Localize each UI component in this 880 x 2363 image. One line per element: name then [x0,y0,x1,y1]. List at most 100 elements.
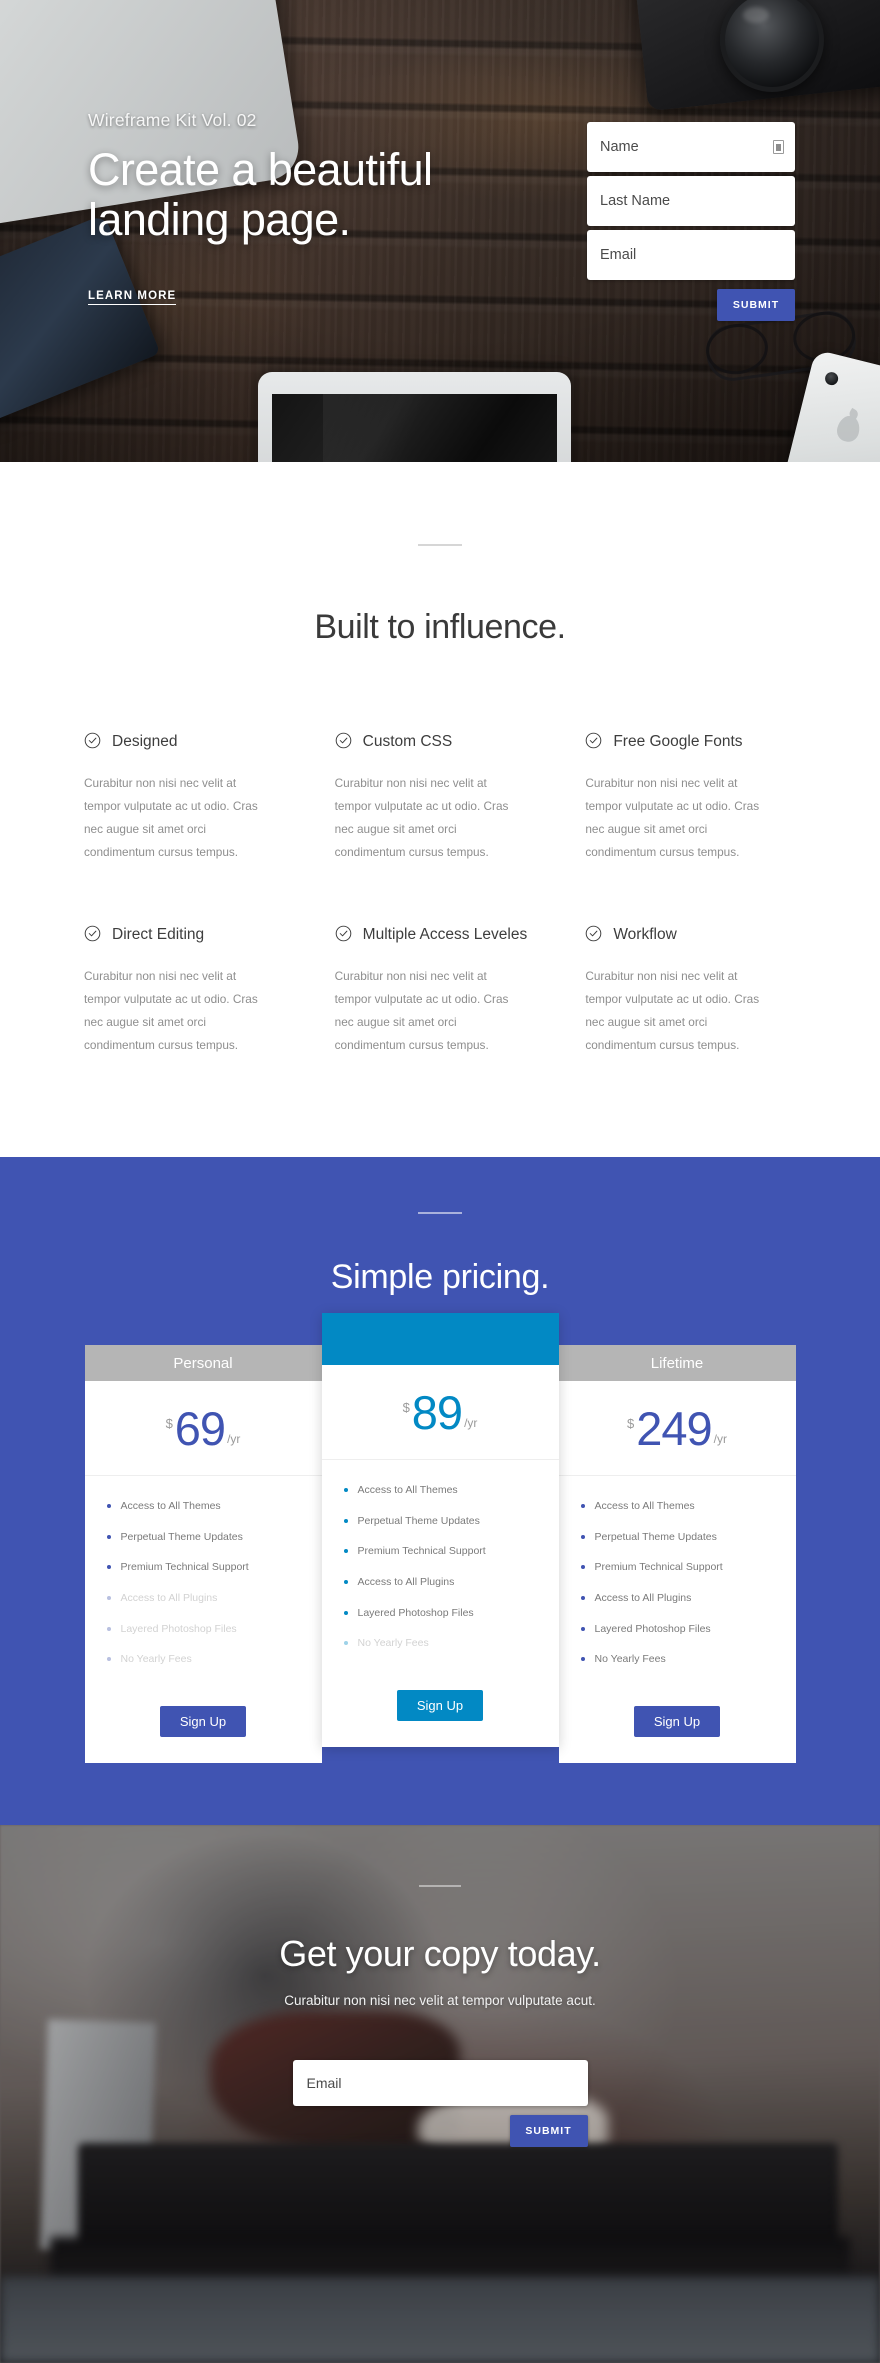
plan-signup-button[interactable]: Sign Up [159,1705,247,1737]
feature-item: Custom CSS Curabitur non nisi nec velit a… [335,731,546,864]
feature-description: Curabitur non nisi nec velit at tempor v… [334,969,509,1052]
cta-submit-row: SUBMIT [293,2114,588,2147]
check-circle-icon [84,732,101,754]
plan-feature-item: Perpetual Theme Updates [343,1515,559,1529]
feature-header: Multiple Access Leveles [335,924,546,947]
check-circle-icon [84,925,101,947]
feature-name: Designed [112,733,178,750]
hero-eyebrow: Wireframe Kit Vol. 02 [88,110,257,130]
tablet-prop-icon [258,372,571,462]
tablet-screen [272,394,557,462]
features-section: Built to influence. Designed Curabitur no… [0,462,880,1157]
plan-feature-item: No Yearly Fees [106,1653,322,1667]
cta-email-placeholder: Email [306,2074,342,2091]
plan-currency: $ [627,1415,635,1431]
pricing-card: Personal $69/yr Access to All Themes Perpet… [84,1345,322,1763]
plan-feature-list: Access to All Themes Perpetual Theme Upda… [559,1476,796,1706]
feature-description: Curabitur non nisi nec velit at tempor v… [585,969,760,1052]
last-name-field-placeholder: Last Name [600,193,671,209]
feature-header: Custom CSS [335,731,546,754]
feature-item: Designed Curabitur non nisi nec velit at … [84,731,295,864]
plan-feature-item: Perpetual Theme Updates [580,1531,796,1545]
plan-header: Lifetime [558,1345,796,1381]
check-circle-icon [335,925,352,947]
feature-name: Custom CSS [362,733,453,750]
feature-header: Free Google Fonts [585,731,796,754]
plan-signup-wrap: Sign Up [559,1705,796,1763]
cta-section: Get your copy today. Curabitur non nisi … [0,1824,880,2363]
apple-logo-icon [834,413,863,444]
phone-camera-icon [823,370,840,387]
plan-currency: $ [165,1415,173,1431]
plan-feature-item: Perpetual Theme Updates [106,1531,322,1545]
plan-amount: 69 [174,1401,226,1455]
hero-title: Create a beautiful landing page. [88,144,433,246]
plan-name: Lifetime [650,1354,704,1372]
features-divider [418,544,462,546]
email-field[interactable]: Email [587,230,795,280]
plan-feature-item: Access to All Themes [343,1484,559,1498]
feature-name: Direct Editing [112,926,205,943]
plan-feature-item: Premium Technical Support [343,1545,559,1559]
plan-feature-item: No Yearly Fees [580,1653,796,1667]
feature-name: Workflow [613,926,677,943]
name-field-placeholder: Name [600,139,639,155]
feature-item: Direct Editing Curabitur non nisi nec vel… [84,924,295,1057]
plan-feature-item: Layered Photoshop Files [343,1607,559,1621]
plan-name: Personal [173,1354,233,1372]
check-circle-icon [585,925,602,947]
features-grid: Designed Curabitur non nisi nec velit at … [84,731,796,1057]
check-circle-icon [335,732,352,754]
learn-more-link[interactable]: LEARN MORE [88,290,177,305]
feature-item: Free Google Fonts Curabitur non nisi nec … [585,731,796,864]
check-circle-icon [585,732,602,754]
feature-name: Multiple Access Leveles [362,926,528,943]
plan-period: /yr [464,1415,478,1430]
feature-header: Direct Editing [84,924,295,947]
hero-signup-form: Name Last Name Email SUBMIT [587,122,795,321]
plan-feature-item: No Yearly Fees [343,1637,559,1651]
cta-title: Get your copy today. [279,1932,601,1974]
features-title: Built to influence. [314,608,566,646]
pricing-card: $89/yr Access to All Themes Perpetual Them… [321,1313,559,1747]
hero-content: Wireframe Kit Vol. 02 Create a beautiful… [88,110,508,305]
autofill-icon[interactable] [773,140,784,154]
plan-feature-item: Premium Technical Support [580,1561,796,1575]
hero-section: Wireframe Kit Vol. 02 Create a beautiful… [0,0,880,462]
plan-signup-button[interactable]: Sign Up [633,1705,721,1737]
plan-signup-wrap: Sign Up [85,1705,322,1763]
plan-header [321,1313,559,1365]
plan-period: /yr [227,1431,241,1446]
plan-price: $89/yr [321,1365,559,1460]
feature-item: Workflow Curabitur non nisi nec velit at … [585,924,796,1057]
plan-feature-item: Access to All Themes [580,1500,796,1514]
cta-divider [419,1884,461,1887]
feature-item: Multiple Access Leveles Curabitur non nis… [335,924,546,1057]
plan-feature-item: Access to All Plugins [580,1592,796,1606]
plan-signup-button[interactable]: Sign Up [396,1689,484,1721]
feature-name: Free Google Fonts [613,733,743,750]
plan-signup-wrap: Sign Up [322,1689,559,1747]
cta-content: Get your copy today. Curabitur non nisi … [0,1825,880,2147]
pricing-card: Lifetime $249/yr Access to All Themes Perpe… [558,1345,796,1763]
plan-feature-list: Access to All Themes Perpetual Theme Upda… [85,1476,322,1706]
cta-submit-button[interactable]: SUBMIT [509,2114,588,2147]
plan-feature-item: Access to All Plugins [343,1576,559,1590]
feature-description: Curabitur non nisi nec velit at tempor v… [84,969,258,1052]
hero-submit-button[interactable]: SUBMIT [717,289,795,321]
feature-description: Curabitur non nisi nec velit at tempor v… [334,776,509,859]
cta-email-field[interactable]: Email [292,2059,588,2106]
name-field[interactable]: Name [587,122,795,172]
plan-feature-item: Layered Photoshop Files [106,1623,322,1637]
plan-header: Personal [84,1345,322,1381]
plan-feature-item: Access to All Plugins [106,1592,322,1606]
feature-header: Designed [84,731,295,754]
last-name-field[interactable]: Last Name [587,176,795,226]
plan-feature-list: Access to All Themes Perpetual Theme Upda… [322,1460,559,1690]
plan-amount: 89 [411,1385,463,1439]
plan-price: $69/yr [84,1381,322,1476]
pricing-divider [418,1212,462,1214]
pricing-title: Simple pricing. [330,1258,550,1296]
plan-feature-item: Premium Technical Support [106,1561,322,1575]
feature-header: Workflow [585,924,796,947]
